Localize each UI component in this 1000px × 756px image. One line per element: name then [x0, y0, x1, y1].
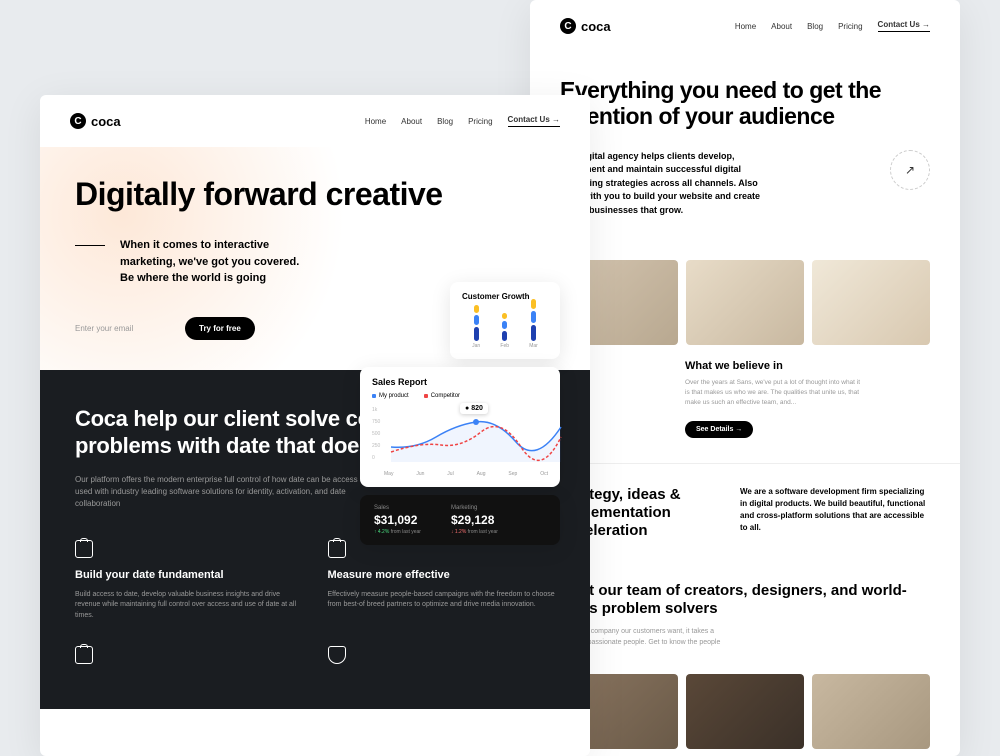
get-in-touch-badge[interactable] — [890, 150, 930, 190]
sales-report-card: Sales Report My product Competitor 1k 75… — [360, 367, 560, 487]
hero-right-title: Everything you need to get the attention… — [560, 77, 930, 130]
team-images — [560, 674, 930, 749]
gallery-image — [686, 260, 804, 345]
hero-right-subtitle: Our digital agency helps clients develop… — [560, 150, 770, 218]
feature-body: Effectively measure people-based campaig… — [328, 590, 556, 611]
hero-left: Digitally forward creative When it comes… — [40, 147, 590, 370]
calendar-icon — [75, 540, 93, 558]
logo[interactable]: Ccoca — [560, 18, 611, 34]
nav-contact[interactable]: Contact Us → — [878, 20, 930, 32]
nav-blog[interactable]: Blog — [437, 117, 453, 126]
nav-left: Ccoca Home About Blog Pricing Contact Us… — [40, 95, 590, 147]
nav-blog[interactable]: Blog — [807, 22, 823, 31]
nav-contact[interactable]: Contact Us → — [508, 115, 560, 127]
sales-title: Sales Report — [372, 377, 548, 387]
features-grid: Build your date fundamental Build access… — [75, 540, 555, 675]
nav-links: Home About Blog Pricing Contact Us → — [735, 20, 930, 32]
logo-icon: C — [560, 18, 576, 34]
chart-tooltip: ● 820 — [460, 403, 488, 414]
team-section: Meet our team of creators, designers, an… — [530, 562, 960, 756]
feature-item — [75, 646, 303, 674]
dash-icon — [75, 245, 105, 246]
feature-item: Build your date fundamental Build access… — [75, 540, 303, 622]
growth-bars: Jan Feb Mar — [462, 309, 548, 349]
nav-links: Home About Blog Pricing Contact Us → — [365, 115, 560, 127]
stat-sales: Sales $31,092 ↑ 4.2% from last year — [374, 505, 421, 535]
line-chart-icon — [386, 407, 571, 462]
dashboard-cards: Customer Growth Jan Feb Mar Sales Report… — [360, 282, 560, 545]
email-input[interactable]: Enter your email — [75, 324, 175, 333]
nav-about[interactable]: About — [401, 117, 422, 126]
ideas-body: We are a software development firm speci… — [740, 486, 930, 540]
try-free-button[interactable]: Try for free — [185, 317, 255, 340]
page-home: Ccoca Home About Blog Pricing Contact Us… — [40, 95, 590, 756]
gallery: ‹› — [530, 260, 960, 345]
believe-body: Over the years at Sans, we've put a lot … — [685, 378, 865, 407]
hero-title: Digitally forward creative — [75, 177, 555, 212]
feature-title: Build your date fundamental — [75, 568, 303, 582]
sales-xaxis: MayJunJulAugSepOct — [372, 471, 548, 477]
gallery-image — [812, 260, 930, 345]
sales-chart: 1k 750 500 250 0 ● 820 — [372, 407, 548, 467]
feature-title: Measure more effective — [328, 568, 556, 582]
stats-card: Sales $31,092 ↑ 4.2% from last year Mark… — [360, 495, 560, 545]
nav-pricing[interactable]: Pricing — [468, 117, 492, 126]
hero-right: Everything you need to get the attention… — [530, 52, 960, 242]
believe-section: What we believe in Over the years at San… — [530, 345, 960, 462]
team-title: Meet our team of creators, designers, an… — [560, 582, 930, 620]
feature-item — [328, 646, 556, 674]
customer-growth-card: Customer Growth Jan Feb Mar — [450, 282, 560, 359]
team-member-image — [812, 674, 930, 749]
clipboard-icon — [328, 540, 346, 558]
nav-right: Ccoca Home About Blog Pricing Contact Us… — [530, 0, 960, 52]
page-about: Ccoca Home About Blog Pricing Contact Us… — [530, 0, 960, 756]
stat-marketing: Marketing $29,128 ↓ 1.2% from last year — [451, 505, 498, 535]
nav-home[interactable]: Home — [365, 117, 386, 126]
dark-subtitle: Our platform offers the modern enterpris… — [75, 474, 375, 510]
hero-subtitle: When it comes to interactive marketing, … — [120, 237, 300, 287]
ideas-section: Strategy, ideas & implementation acceler… — [530, 463, 960, 562]
nav-about[interactable]: About — [771, 22, 792, 31]
logo-icon: C — [70, 113, 86, 129]
believe-title: What we believe in — [685, 360, 930, 372]
nav-pricing[interactable]: Pricing — [838, 22, 862, 31]
logo[interactable]: Ccoca — [70, 113, 121, 129]
sales-legend: My product Competitor — [372, 393, 548, 399]
clipboard-icon — [75, 646, 93, 664]
feature-item: Measure more effective Effectively measu… — [328, 540, 556, 622]
team-member-image — [686, 674, 804, 749]
shield-icon — [328, 646, 346, 664]
see-details-button[interactable]: See Details → — [685, 421, 753, 438]
feature-body: Build access to date, develop valuable b… — [75, 590, 303, 622]
nav-home[interactable]: Home — [735, 22, 756, 31]
